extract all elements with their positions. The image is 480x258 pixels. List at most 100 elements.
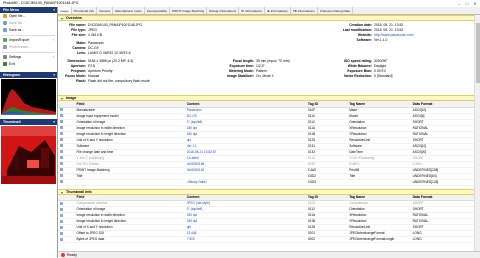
overview-row: File size: 4 361 KB	[62, 33, 102, 37]
tab-thumbnail-info[interactable]: Thumbnail Info	[72, 7, 98, 14]
overview-value: D:\DCIM\100_PANA\P1001148.JPG	[88, 23, 143, 27]
close-button[interactable]: ✕	[471, 0, 479, 7]
collapse-icon[interactable]: ▾	[53, 119, 55, 125]
submenu-arrow-icon: ›	[52, 38, 54, 42]
sidebar: File Menu ▾ Open file... Save file Save as…	[0, 7, 58, 258]
tag-icon	[60, 219, 63, 223]
cell-content: <Binary Data>	[184, 179, 306, 186]
overview-key: File type:	[71, 28, 86, 32]
overview-key: Camera:	[72, 46, 86, 50]
vertical-scrollbar[interactable]	[474, 15, 480, 251]
overview-key: Last modification:	[342, 28, 372, 32]
thumbnail-graphic	[1, 126, 56, 184]
overview-value: 0 [Standard]	[374, 74, 393, 78]
tab-ip-informations[interactable]: IP Informations	[239, 7, 265, 14]
overview-value: LUMIX G VARIO 12-35/F2.8	[88, 51, 131, 55]
overview-key: Aperture:	[70, 64, 86, 68]
menu-item-photo-viewer[interactable]: PhotoViewer...	[0, 44, 57, 51]
tab-camera[interactable]: Camera	[97, 7, 114, 14]
overview-row: Focal length: 35 mm (equiv. 70 mm)	[226, 59, 290, 63]
cell-content-value: 0x00000118	[186, 167, 205, 172]
menu-item-save[interactable]: Save file	[0, 20, 57, 27]
cell-data-format: LONG	[410, 236, 474, 243]
menu-item-settings[interactable]: Settings ›	[0, 54, 57, 61]
overview-row: ISO speed rating: 3200/36°	[336, 59, 388, 63]
overview-row: Website: http://www.panasonic.com	[336, 33, 413, 37]
overview-value: 1/2.5"	[256, 64, 265, 68]
cell-tag-name	[347, 179, 411, 186]
overview-value: 35 mm (equiv. 70 mm)	[256, 59, 290, 63]
cell-content-value: 13 448	[186, 231, 197, 235]
cell-content-value: Co-sited	[186, 155, 199, 160]
overview-value: Aperture Priority	[88, 69, 113, 73]
overview-panel: File name: D:\DCIM\100_PANA\P1001148.JPG F…	[58, 21, 474, 95]
tag-icon	[60, 174, 63, 178]
row-icon-cell	[58, 179, 75, 186]
tab-debug-informations[interactable]: Debug Informations	[207, 7, 240, 14]
menu-item-exit[interactable]: Exit	[0, 61, 57, 68]
file-menu: Open file... Save file Save as... Import/Ex…	[0, 13, 57, 68]
tag-icon	[60, 201, 63, 205]
tab-image[interactable]: Image	[58, 7, 72, 14]
tag-icon	[60, 231, 63, 235]
tab-interoperability[interactable]: Interoperability	[145, 7, 171, 14]
overview-value: JPEG	[88, 28, 97, 32]
save-icon	[3, 21, 7, 26]
collapse-icon[interactable]: ▾	[53, 72, 55, 78]
overview-value: Panasonic	[88, 41, 104, 45]
menu-item-label: Import/Export	[9, 38, 30, 42]
image-section-header[interactable]: Image	[58, 95, 474, 101]
table-row[interactable]: <Binary Data> C6D3 UNDEFINED[128]	[58, 179, 474, 186]
overview-row: Focus Mode: Manual	[62, 74, 99, 78]
tab-xb-informations[interactable]: XB Informations	[291, 7, 318, 14]
thumbnail-info-section-header[interactable]: Thumbnail Info	[58, 188, 474, 195]
tag-icon	[60, 237, 63, 241]
menu-item-label: Save file	[9, 21, 23, 25]
overview-row: Aperture: F2.8	[62, 64, 95, 68]
menu-item-label: Open file...	[9, 14, 26, 18]
menu-item-label: PhotoViewer...	[9, 45, 31, 49]
import-export-icon	[3, 38, 7, 43]
overview-key: Creation date:	[349, 23, 372, 27]
overview-key: Focus Mode:	[65, 74, 86, 78]
overview-value: 0.00 EV	[374, 69, 387, 73]
scrollbar-thumb[interactable]	[476, 23, 480, 83]
overview-key: Dimension:	[67, 59, 86, 63]
overview-key: Software:	[356, 38, 372, 42]
cell-content-value: 180 dpi	[186, 219, 198, 223]
table-row[interactable]: Bytes of JPEG data 7 800 0202 JPEGInterchan…	[58, 236, 474, 243]
menu-item-save-as[interactable]: Save as...	[0, 27, 57, 34]
menu-item-label: Settings	[9, 55, 22, 59]
tag-icon	[60, 225, 63, 229]
title-bar: PhotoME - D:\DCIM\100_PANA\P1001148.JPG …	[0, 0, 480, 7]
cell-content-value: JPEG (old-style)	[186, 201, 210, 205]
menu-item-import-export[interactable]: Import/Export ›	[0, 37, 57, 44]
overview-value[interactable]: http://www.panasonic.com	[374, 33, 413, 37]
overview-value: Pattern	[256, 69, 267, 73]
tab-unknown-debug-data[interactable]: Unknown Debug Data	[318, 7, 354, 14]
cell-content: 7 800	[184, 236, 306, 243]
minimize-button[interactable]: –	[455, 0, 463, 7]
menu-separator	[2, 52, 55, 53]
overview-value: Ver.1.1.0	[374, 38, 388, 42]
maximize-button[interactable]: □	[463, 0, 471, 7]
menu-item-folder-open[interactable]: Open file...	[0, 13, 57, 20]
tag-icon	[60, 120, 63, 124]
status-bar: Ready	[58, 251, 480, 258]
overview-title: Overview	[66, 16, 82, 20]
overview-key: File size:	[71, 33, 86, 37]
histogram-header[interactable]: Histogram ▾	[0, 72, 57, 78]
tab-manufacturer-notes[interactable]: Manufacturer notes	[113, 7, 145, 14]
overview-row: Noise Reduction: 0 [Standard]	[336, 74, 392, 78]
histogram-graphic	[1, 79, 56, 115]
row-icon-cell	[58, 236, 75, 243]
cell-content-value: 7 800	[186, 237, 195, 241]
tab-print-image-matching[interactable]: PRINT Image Matching	[170, 7, 208, 14]
cell-content-value: 180 dpi	[186, 213, 198, 217]
window-title: PhotoME - D:\DCIM\100_PANA\P1001148.JPG	[3, 1, 79, 5]
tab-ie-informations[interactable]: IE Informations	[265, 7, 291, 14]
thumbnail-header[interactable]: Thumbnail ▾	[0, 119, 57, 125]
overview-row: Lens: LUMIX G VARIO 12-35/F2.8	[62, 51, 131, 55]
overview-row: Exposure Bias: 0.00 EV	[336, 69, 386, 73]
thumbnail-image	[1, 126, 56, 184]
